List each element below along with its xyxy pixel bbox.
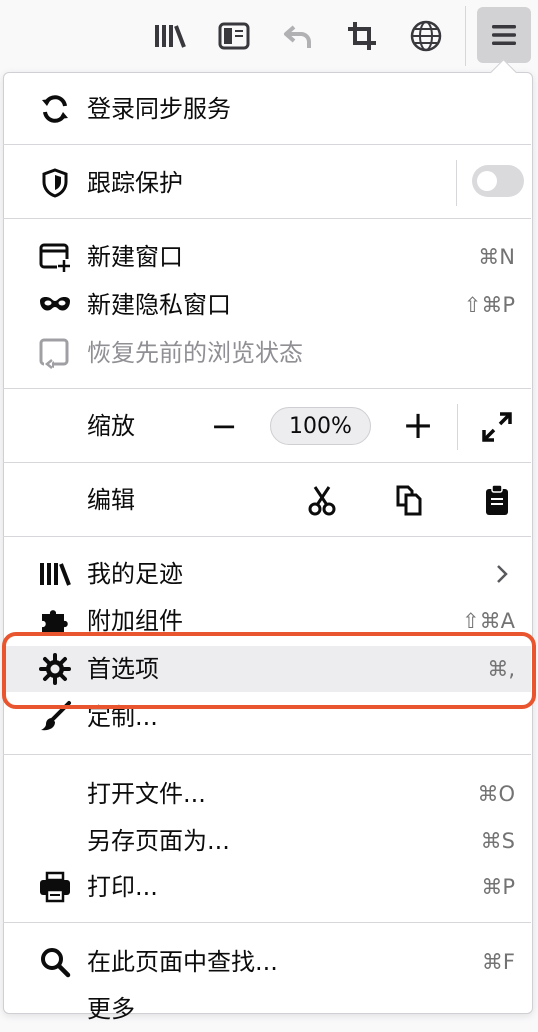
addons-menu-item[interactable]: 附加组件 ⇧⌘A <box>3 598 531 644</box>
separator <box>3 922 531 923</box>
clipboard-icon <box>486 484 508 515</box>
toolbar-separator <box>465 6 466 66</box>
open-file-shortcut: ⌘O <box>477 782 515 806</box>
find-label: 在此页面中查找... <box>87 948 278 976</box>
hamburger-menu-icon <box>492 25 516 45</box>
paintbrush-icon <box>38 700 72 734</box>
customize-menu-item[interactable]: 定制... <box>3 694 531 740</box>
gear-icon <box>38 652 72 686</box>
new-window-item[interactable]: 新建窗口 ⌘N <box>3 234 531 280</box>
globe-icon[interactable] <box>404 14 448 58</box>
undo-icon[interactable] <box>276 14 320 58</box>
library-icon <box>38 557 72 591</box>
fullscreen-icon <box>482 412 512 442</box>
save-page-item[interactable]: 另存页面为... ⌘S <box>3 818 531 864</box>
library-menu-item[interactable]: 我的足迹 <box>3 551 531 597</box>
sync-label: 登录同步服务 <box>87 95 231 123</box>
sync-icon <box>38 92 72 126</box>
zoom-in-button[interactable]: + <box>401 406 435 444</box>
preferences-label: 首选项 <box>87 655 159 683</box>
open-file-label: 打开文件... <box>87 780 206 808</box>
private-window-item[interactable]: 新建隐私窗口 ⇧⌘P <box>3 282 531 328</box>
separator <box>3 144 531 145</box>
print-item[interactable]: 打印... ⌘P <box>3 864 531 910</box>
restore-session-label: 恢复先前的浏览状态 <box>87 339 303 367</box>
puzzle-piece-icon <box>38 604 72 638</box>
zoom-reset-button[interactable]: 100% <box>270 407 371 445</box>
vertical-separator <box>456 160 457 206</box>
vertical-separator <box>457 404 458 450</box>
shield-icon <box>38 166 72 200</box>
addons-label: 附加组件 <box>87 607 183 635</box>
edit-label: 编辑 <box>87 486 135 514</box>
separator <box>3 536 531 537</box>
tracking-toggle[interactable] <box>472 165 524 197</box>
preferences-shortcut: ⌘, <box>487 657 515 681</box>
cut-button[interactable] <box>305 483 339 517</box>
zoom-label: 缩放 <box>87 412 135 440</box>
find-shortcut: ⌘F <box>481 950 515 974</box>
separator <box>3 754 531 755</box>
new-window-label: 新建窗口 <box>87 243 183 271</box>
hamburger-menu-button[interactable] <box>477 7 531 63</box>
more-label: 更多 <box>87 995 135 1023</box>
open-file-item[interactable]: 打开文件... ⌘O <box>3 771 531 817</box>
private-window-shortcut: ⇧⌘P <box>463 293 515 317</box>
sync-menu-item[interactable]: 登录同步服务 <box>3 86 531 132</box>
restore-session-item[interactable]: 恢复先前的浏览状态 <box>3 330 531 376</box>
separator <box>3 218 531 219</box>
paste-button[interactable] <box>480 483 514 517</box>
private-window-label: 新建隐私窗口 <box>87 291 231 319</box>
chevron-right-icon <box>497 565 508 583</box>
search-icon <box>38 945 72 979</box>
save-page-shortcut: ⌘S <box>480 829 515 853</box>
tracking-protection-item[interactable]: 跟踪保护 <box>3 160 531 206</box>
preferences-menu-item[interactable]: 首选项 ⌘, <box>3 646 531 692</box>
restore-session-icon <box>38 336 72 370</box>
new-window-shortcut: ⌘N <box>478 245 515 269</box>
fullscreen-button[interactable] <box>480 410 514 444</box>
toolbar <box>0 0 538 72</box>
find-in-page-item[interactable]: 在此页面中查找... ⌘F <box>3 939 531 985</box>
printer-icon <box>38 870 72 904</box>
print-label: 打印... <box>87 873 158 901</box>
print-shortcut: ⌘P <box>481 875 515 899</box>
scissors-icon <box>308 486 336 516</box>
separator <box>3 388 531 389</box>
tracking-label: 跟踪保护 <box>87 169 183 197</box>
zoom-row: 缩放 <box>3 403 531 449</box>
copy-icon <box>396 485 422 516</box>
library-label: 我的足迹 <box>87 560 183 588</box>
save-page-label: 另存页面为... <box>87 827 230 855</box>
sidebar-icon[interactable] <box>212 14 256 58</box>
more-menu-item[interactable]: 更多 <box>3 986 531 1032</box>
private-mask-icon <box>38 288 72 322</box>
separator <box>3 462 531 463</box>
edit-row: 编辑 <box>3 477 531 523</box>
zoom-out-button[interactable]: − <box>208 409 240 443</box>
customize-label: 定制... <box>87 703 158 731</box>
new-window-icon <box>38 240 72 274</box>
addons-shortcut: ⇧⌘A <box>462 609 515 633</box>
copy-button[interactable] <box>393 483 427 517</box>
library-icon[interactable] <box>148 14 192 58</box>
crop-icon[interactable] <box>340 14 384 58</box>
